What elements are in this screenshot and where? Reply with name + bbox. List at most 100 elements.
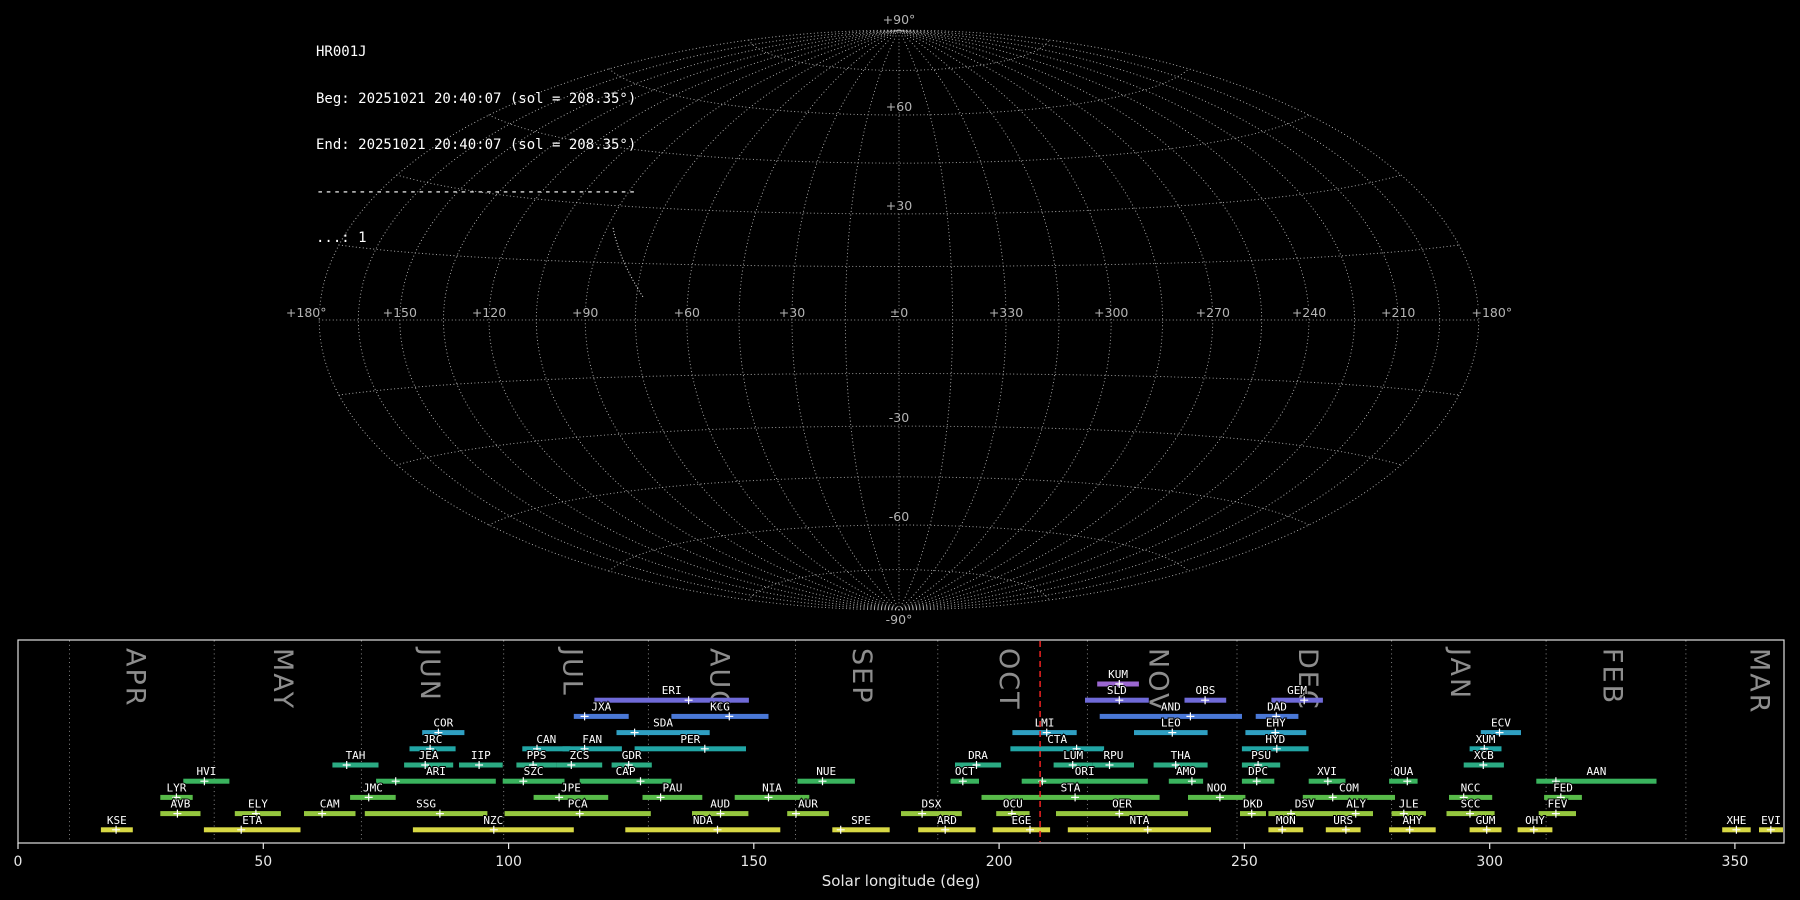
station-code: HR001J xyxy=(316,44,367,60)
shower-ZCS: ZCS xyxy=(556,748,603,769)
sky-lat-label: +90° xyxy=(883,12,916,27)
month-label: MAY xyxy=(267,648,298,710)
shower-PER: PER xyxy=(634,732,746,753)
shower-code-label: HVI xyxy=(196,765,216,778)
peak-marker xyxy=(1168,728,1177,737)
shower-code-label: NOO xyxy=(1207,781,1227,794)
shower-code-label: ECV xyxy=(1491,717,1511,730)
shower-code-label: SCC xyxy=(1461,798,1481,811)
shower-DKD: DKD xyxy=(1240,797,1266,818)
shower-code-label: AHY xyxy=(1402,814,1422,827)
peak-marker xyxy=(1323,777,1332,786)
activity-bar xyxy=(634,746,746,752)
shower-code-label: SPE xyxy=(851,814,871,827)
shower-code-label: NIA xyxy=(762,781,782,794)
peak-marker xyxy=(1341,825,1350,834)
x-axis-tick-label: 100 xyxy=(495,854,522,870)
sky-lat-label: -60 xyxy=(889,509,909,524)
shower-DPC: DPC xyxy=(1241,764,1275,786)
shower-timeline-chart: APR MAY JUN JUL AUG SEP OCT NOV DEC JAN FEB MARKUME… xyxy=(14,639,1785,890)
shower-code-label: DSV xyxy=(1295,798,1315,811)
peak-marker xyxy=(764,793,773,802)
shower-code-label: JPE xyxy=(561,781,581,794)
plot-canvas: +180° +150 +120 +90 +60 +30 ±0 +330 +300 +270 +240… xyxy=(14,11,1785,890)
shower-code-label: SZC xyxy=(524,765,544,778)
sky-grid-parallel xyxy=(748,39,1050,71)
shower-CAP: CAP xyxy=(579,764,672,786)
shower-code-label: OHY xyxy=(1525,814,1545,827)
peak-marker xyxy=(1328,793,1337,802)
sky-lat-label: -30 xyxy=(889,410,909,425)
x-axis-tick-label: 150 xyxy=(740,854,767,870)
begin-time: Beg: 20251021 20:40:07 (sol = 208.35°) xyxy=(316,90,637,107)
shower-code-label: AND xyxy=(1161,700,1181,713)
shower-code-label: URS xyxy=(1333,814,1353,827)
sky-lon-label: +210 xyxy=(1381,305,1415,320)
shower-code-label: CAN xyxy=(536,733,556,746)
shower-code-label: AUD xyxy=(710,798,730,811)
peak-marker xyxy=(700,744,709,753)
shower-NTA: NTA xyxy=(1067,813,1211,834)
shower-code-label: COR xyxy=(433,717,453,730)
shower-AHY: AHY xyxy=(1389,813,1436,834)
peak-marker xyxy=(1766,825,1775,834)
shower-MON: MON xyxy=(1268,813,1304,834)
x-axis-tick-label: 250 xyxy=(1231,854,1258,870)
peak-marker xyxy=(836,825,845,834)
shower-code-label: LEO xyxy=(1161,717,1181,730)
shower-code-label: KCG xyxy=(710,700,730,713)
shower-code-label: DSX xyxy=(921,798,941,811)
sky-lon-label: +30 xyxy=(779,305,805,320)
x-axis-tick-label: 350 xyxy=(1722,854,1749,870)
peak-marker xyxy=(567,761,576,769)
shower-code-label: DRA xyxy=(968,749,988,762)
sky-grid-meridian xyxy=(898,29,1263,611)
shower-CAM: CAM xyxy=(304,797,356,818)
shower-code-label: SSG xyxy=(416,798,436,811)
activity-bar xyxy=(502,778,565,784)
activity-bar xyxy=(350,794,396,800)
peak-marker xyxy=(1186,712,1195,721)
shower-code-label: XUM xyxy=(1476,733,1496,746)
peak-marker xyxy=(1105,761,1114,769)
activity-bar xyxy=(1168,778,1204,784)
shower-code-label: EGE xyxy=(1011,814,1031,827)
peak-marker xyxy=(519,777,528,786)
peak-marker xyxy=(630,728,639,737)
shower-code-label: STA xyxy=(1061,781,1081,794)
shower-AMO: AMO xyxy=(1168,764,1204,786)
shower-code-label: JRC xyxy=(423,733,443,746)
shower-code-label: LYR xyxy=(166,781,186,794)
peak-marker xyxy=(342,761,351,769)
peak-marker xyxy=(200,777,209,786)
activity-bar xyxy=(625,827,781,833)
peak-marker xyxy=(1201,696,1210,705)
peak-marker xyxy=(1272,744,1281,753)
activity-bar xyxy=(671,713,769,719)
peak-marker xyxy=(1551,809,1560,818)
shower-AUR: AUR xyxy=(787,797,829,818)
shower-code-label: ARD xyxy=(937,814,957,827)
shower-code-label: ALY xyxy=(1346,798,1366,811)
shower-code-label: FED xyxy=(1553,781,1573,794)
shower-code-label: GDR xyxy=(622,749,642,762)
month-label: JUL xyxy=(556,646,587,697)
shower-code-label: QUA xyxy=(1393,765,1413,778)
x-axis-tick-label: 200 xyxy=(986,854,1013,870)
shower-code-label: GUM xyxy=(1476,814,1496,827)
peak-marker xyxy=(1405,825,1414,834)
shower-code-label: PPS xyxy=(527,749,547,762)
shower-code-label: NTA xyxy=(1129,814,1149,827)
shower-HVI: HVI xyxy=(183,764,230,786)
shower-CTA: CTA xyxy=(1010,732,1105,753)
sky-lon-label: ±0 xyxy=(890,305,908,320)
peak-marker xyxy=(1247,809,1256,818)
shower-code-label: XCB xyxy=(1474,749,1494,762)
sky-lon-label: +180° xyxy=(1472,305,1513,320)
shower-code-label: EVI xyxy=(1761,814,1781,827)
peak-marker xyxy=(364,793,373,802)
activity-bar xyxy=(1067,827,1211,833)
sky-lon-label: +90 xyxy=(572,305,598,320)
shower-RPU: RPU xyxy=(1092,748,1134,769)
shower-code-label: PSU xyxy=(1251,749,1271,762)
